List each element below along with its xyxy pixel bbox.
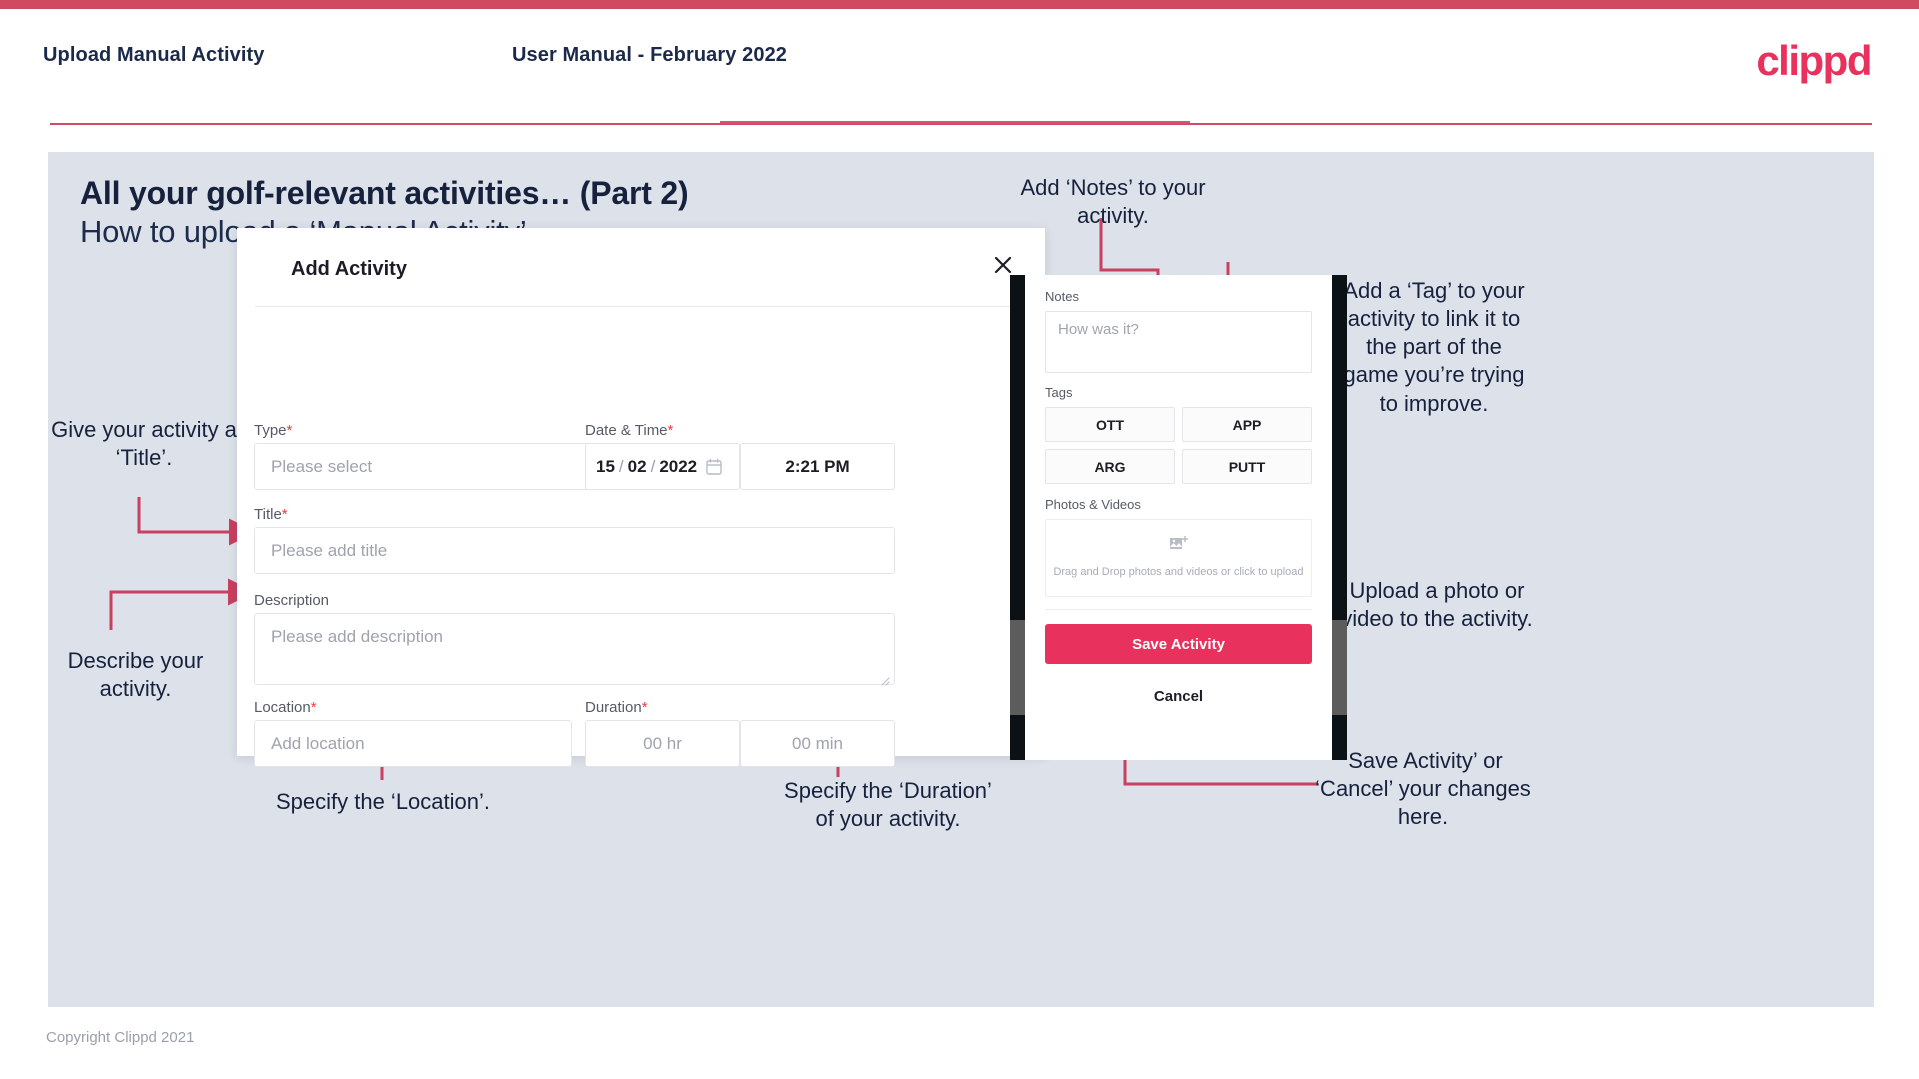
location-label-text: Location xyxy=(254,699,311,716)
duration-label: Duration* xyxy=(585,699,648,716)
date-input[interactable]: 15 / 02 / 2022 xyxy=(585,443,740,490)
title-input[interactable]: Please add title xyxy=(254,527,895,574)
duration-minutes-placeholder: 00 min xyxy=(791,733,844,753)
duration-hours-input[interactable]: 00 hr xyxy=(585,720,740,767)
location-input[interactable]: Add location xyxy=(254,720,572,767)
header-left-title: Upload Manual Activity xyxy=(43,44,265,66)
description-textarea[interactable]: Please add description xyxy=(254,613,895,686)
notes-placeholder: How was it? xyxy=(1058,321,1139,338)
time-input[interactable]: 2:21 PM xyxy=(740,443,895,490)
date-month[interactable]: 02 xyxy=(628,457,647,477)
annotation-tag: Add a ‘Tag’ to your activity to link it … xyxy=(1343,278,1525,416)
tag-grid: OTT APP ARG PUTT xyxy=(1045,407,1312,484)
datetime-label-text: Date & Time xyxy=(585,422,668,439)
date-separator: / xyxy=(650,456,656,476)
upload-dropzone[interactable]: Drag and Drop photos and videos or click… xyxy=(1045,519,1312,597)
tags-label: Tags xyxy=(1045,385,1073,400)
annotation-duration: Specify the ‘Duration’ of your activity. xyxy=(784,778,992,832)
calendar-icon[interactable] xyxy=(706,458,722,475)
required-asterisk: * xyxy=(310,699,317,716)
copyright-text: Copyright Clippd 2021 xyxy=(46,1029,195,1046)
header-center-title: User Manual - February 2022 xyxy=(512,44,788,66)
title-label-text: Title xyxy=(254,506,282,523)
title-placeholder: Please add title xyxy=(271,540,388,560)
tag-putt[interactable]: PUTT xyxy=(1182,449,1312,484)
photos-videos-section: Photos & Videos Drag and Drop photos and… xyxy=(1045,497,1312,597)
dialog-title: Add Activity xyxy=(291,258,407,280)
datetime-label: Date & Time* xyxy=(585,422,673,439)
type-placeholder: Please select xyxy=(271,456,373,476)
photos-videos-label: Photos & Videos xyxy=(1045,497,1141,512)
dropzone-text: Drag and Drop photos and videos or click… xyxy=(1053,566,1304,579)
tag-ott[interactable]: OTT xyxy=(1045,407,1175,442)
type-label: Type* xyxy=(254,422,292,439)
phone-mockup: Notes How was it? Tags OTT APP ARG PUTT … xyxy=(1010,275,1347,760)
phone-scrollbar-left[interactable] xyxy=(1010,620,1025,715)
slide-page: Upload Manual Activity User Manual - Feb… xyxy=(0,0,1919,1079)
tags-section: Tags OTT APP ARG PUTT xyxy=(1045,385,1312,484)
description-label: Description xyxy=(254,592,329,609)
title-label: Title* xyxy=(254,506,288,523)
annotation-notes: Add ‘Notes’ to your activity. xyxy=(1020,175,1206,229)
tag-app[interactable]: APP xyxy=(1182,407,1312,442)
phone-screen: Notes How was it? Tags OTT APP ARG PUTT … xyxy=(1025,275,1332,760)
notes-textarea[interactable]: How was it? xyxy=(1045,311,1312,373)
header-divider xyxy=(50,123,1872,125)
location-label: Location* xyxy=(254,699,317,716)
time-value: 2:21 PM xyxy=(785,456,850,476)
dialog-divider xyxy=(255,306,1027,307)
notes-label: Notes xyxy=(1045,289,1079,304)
duration-minutes-input[interactable]: 00 min xyxy=(740,720,895,767)
duration-hours-placeholder: 00 hr xyxy=(643,733,682,753)
duration-label-text: Duration xyxy=(585,699,642,716)
phone-divider xyxy=(1045,609,1312,610)
required-asterisk: * xyxy=(286,422,293,439)
description-label-text: Description xyxy=(254,592,330,609)
type-label-text: Type xyxy=(254,422,287,439)
slide-title: All your golf-relevant activities… (Part… xyxy=(80,175,689,211)
required-asterisk: * xyxy=(281,506,288,523)
date-separator: / xyxy=(618,456,624,476)
annotation-title: Give your activity a ‘Title’. xyxy=(51,417,237,471)
cancel-button[interactable]: Cancel xyxy=(1045,688,1312,705)
clippd-logo: clippd xyxy=(1756,37,1872,84)
tag-arg[interactable]: ARG xyxy=(1045,449,1175,484)
header-divider-secondary xyxy=(720,121,1190,123)
location-placeholder: Add location xyxy=(271,733,365,753)
required-asterisk: * xyxy=(641,699,648,716)
save-activity-button[interactable]: Save Activity xyxy=(1045,624,1312,664)
top-accent-bar xyxy=(0,0,1919,9)
required-asterisk: * xyxy=(667,422,674,439)
date-day[interactable]: 15 xyxy=(596,457,615,477)
annotation-description: Describe your activity. xyxy=(67,648,204,702)
annotation-upload: Upload a photo or video to the activity. xyxy=(1341,578,1533,632)
add-image-icon xyxy=(1169,535,1189,558)
phone-scrollbar-right[interactable] xyxy=(1332,620,1347,715)
date-year[interactable]: 2022 xyxy=(659,457,697,477)
type-select[interactable]: Please select xyxy=(254,443,626,490)
annotation-location: Specify the ‘Location’. xyxy=(275,789,491,814)
resize-handle-icon[interactable] xyxy=(881,671,890,686)
description-placeholder: Please add description xyxy=(271,627,444,646)
